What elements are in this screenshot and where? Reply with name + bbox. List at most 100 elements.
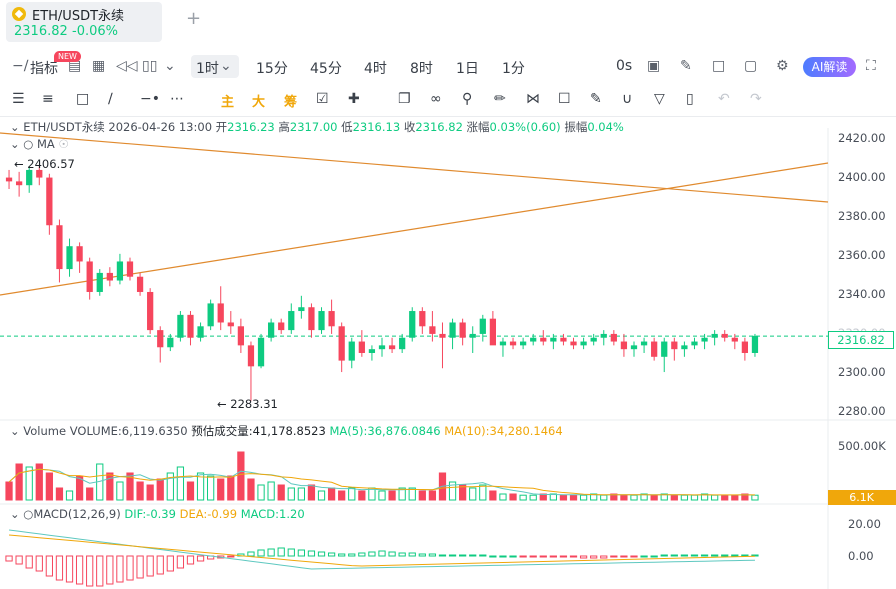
candle-body <box>147 291 154 331</box>
candle-body <box>217 303 224 323</box>
bell-icon[interactable]: ○ <box>23 507 33 521</box>
candle-body <box>96 272 103 292</box>
amp-value: 0.04% <box>587 120 624 134</box>
volume-bar <box>267 481 275 501</box>
high-value: 2317.00 <box>289 120 338 134</box>
macd-bar <box>670 554 678 557</box>
volume-bar <box>479 484 487 501</box>
candle-body <box>207 303 214 327</box>
candle-body <box>388 345 396 350</box>
macd-bar <box>630 555 638 558</box>
candle-body <box>590 337 597 342</box>
volume-bar <box>418 490 426 501</box>
candle-body <box>308 307 315 331</box>
candle-body <box>550 337 557 342</box>
candle-body <box>691 341 698 346</box>
change-label: 涨幅 <box>466 120 490 134</box>
macd-bar <box>640 555 648 558</box>
macd-bar <box>398 552 406 557</box>
collapse-icon[interactable]: ⌄ <box>10 120 20 134</box>
macd-bar <box>307 550 316 557</box>
volume-bar <box>509 493 517 501</box>
macd-bar <box>368 551 376 557</box>
volume-bar <box>600 494 608 501</box>
volume-bar <box>207 475 215 501</box>
macd-bar <box>690 554 699 557</box>
macd-bar <box>519 555 527 558</box>
candle-body <box>651 341 658 357</box>
ma-label: MA <box>37 137 55 151</box>
ma-indicator-label[interactable]: ⌄ ○ MA ☉ <box>10 137 69 151</box>
volume-bar <box>338 490 346 501</box>
volume-label[interactable]: ⌄ Volume VOLUME:6,119.6350 预估成交量:41,178.… <box>10 423 563 439</box>
macd-bar <box>559 555 568 558</box>
volume-bar <box>650 494 658 501</box>
eye-icon[interactable]: ☉ <box>58 137 68 151</box>
macd-bar <box>277 547 285 557</box>
volume-bar <box>45 472 53 501</box>
candlestick-chart[interactable] <box>0 0 896 589</box>
macd-tick: 0.00 <box>848 549 874 563</box>
macd-dea: DEA:-0.99 <box>179 507 238 521</box>
candle-body <box>116 261 124 281</box>
volume-bar <box>388 490 396 501</box>
volume-title: Volume <box>23 424 67 438</box>
macd-bar <box>126 555 134 581</box>
candle-body <box>328 311 335 327</box>
macd-bar <box>136 555 144 579</box>
volume-bar <box>559 494 568 501</box>
candle-body <box>66 246 73 270</box>
price-tick: 2300.00 <box>838 365 886 379</box>
change-value: 0.03%(0.60) <box>489 120 561 134</box>
price-tick: 2340.00 <box>838 287 886 301</box>
volume-estimate: 预估成交量:41,178.8523 <box>191 424 326 438</box>
candle-body <box>56 225 63 270</box>
volume-bar <box>348 487 356 501</box>
macd-bar <box>529 555 537 558</box>
candle-body <box>540 337 547 342</box>
macd-bar <box>569 555 578 558</box>
volume-bar <box>579 494 588 501</box>
macd-bar <box>45 555 53 577</box>
candle-body <box>338 326 345 361</box>
candle-body <box>257 337 265 367</box>
collapse-icon[interactable]: ⌄ <box>10 424 20 438</box>
candle-body <box>519 341 527 346</box>
candle-body <box>237 326 245 346</box>
collapse-icon[interactable]: ⌄ <box>10 507 20 521</box>
macd-bar <box>317 551 326 557</box>
low-label: 低 <box>341 120 353 134</box>
volume-bar <box>670 494 678 501</box>
open-label: 开 <box>215 120 228 134</box>
candle-body <box>177 314 184 338</box>
macd-label[interactable]: ⌄ ○MACD(12,26,9) DIF:-0.39 DEA:-0.99 MAC… <box>10 507 305 521</box>
volume-bar <box>690 494 699 501</box>
volume-bar <box>25 466 33 501</box>
macd-bar <box>428 553 437 557</box>
collapse-icon[interactable]: ⌄ <box>10 137 20 151</box>
volume-ma5: MA(5):36,876.0846 <box>329 424 441 438</box>
macd-bar <box>358 552 366 557</box>
volume-bar <box>277 484 285 501</box>
volume-bar <box>307 484 316 501</box>
candle-body <box>741 341 749 353</box>
candle-body <box>681 345 688 350</box>
macd-bar <box>448 554 457 557</box>
candle-body <box>5 177 13 182</box>
candle-body <box>318 311 325 331</box>
price-tick: 2280.00 <box>838 404 886 418</box>
macd-bar <box>539 555 547 558</box>
candle-body <box>721 333 728 338</box>
volume-bar <box>15 463 23 501</box>
macd-title: MACD(12,26,9) <box>33 507 121 521</box>
candle-body <box>26 169 33 186</box>
candle-body <box>267 322 275 338</box>
candle-body <box>580 341 587 346</box>
candle-body <box>711 333 718 338</box>
macd-bar <box>600 555 608 559</box>
macd-bar <box>75 555 84 585</box>
macd-bar <box>196 555 205 562</box>
candle-body <box>610 333 617 342</box>
macd-bar <box>55 555 64 581</box>
bell-icon[interactable]: ○ <box>23 137 33 151</box>
